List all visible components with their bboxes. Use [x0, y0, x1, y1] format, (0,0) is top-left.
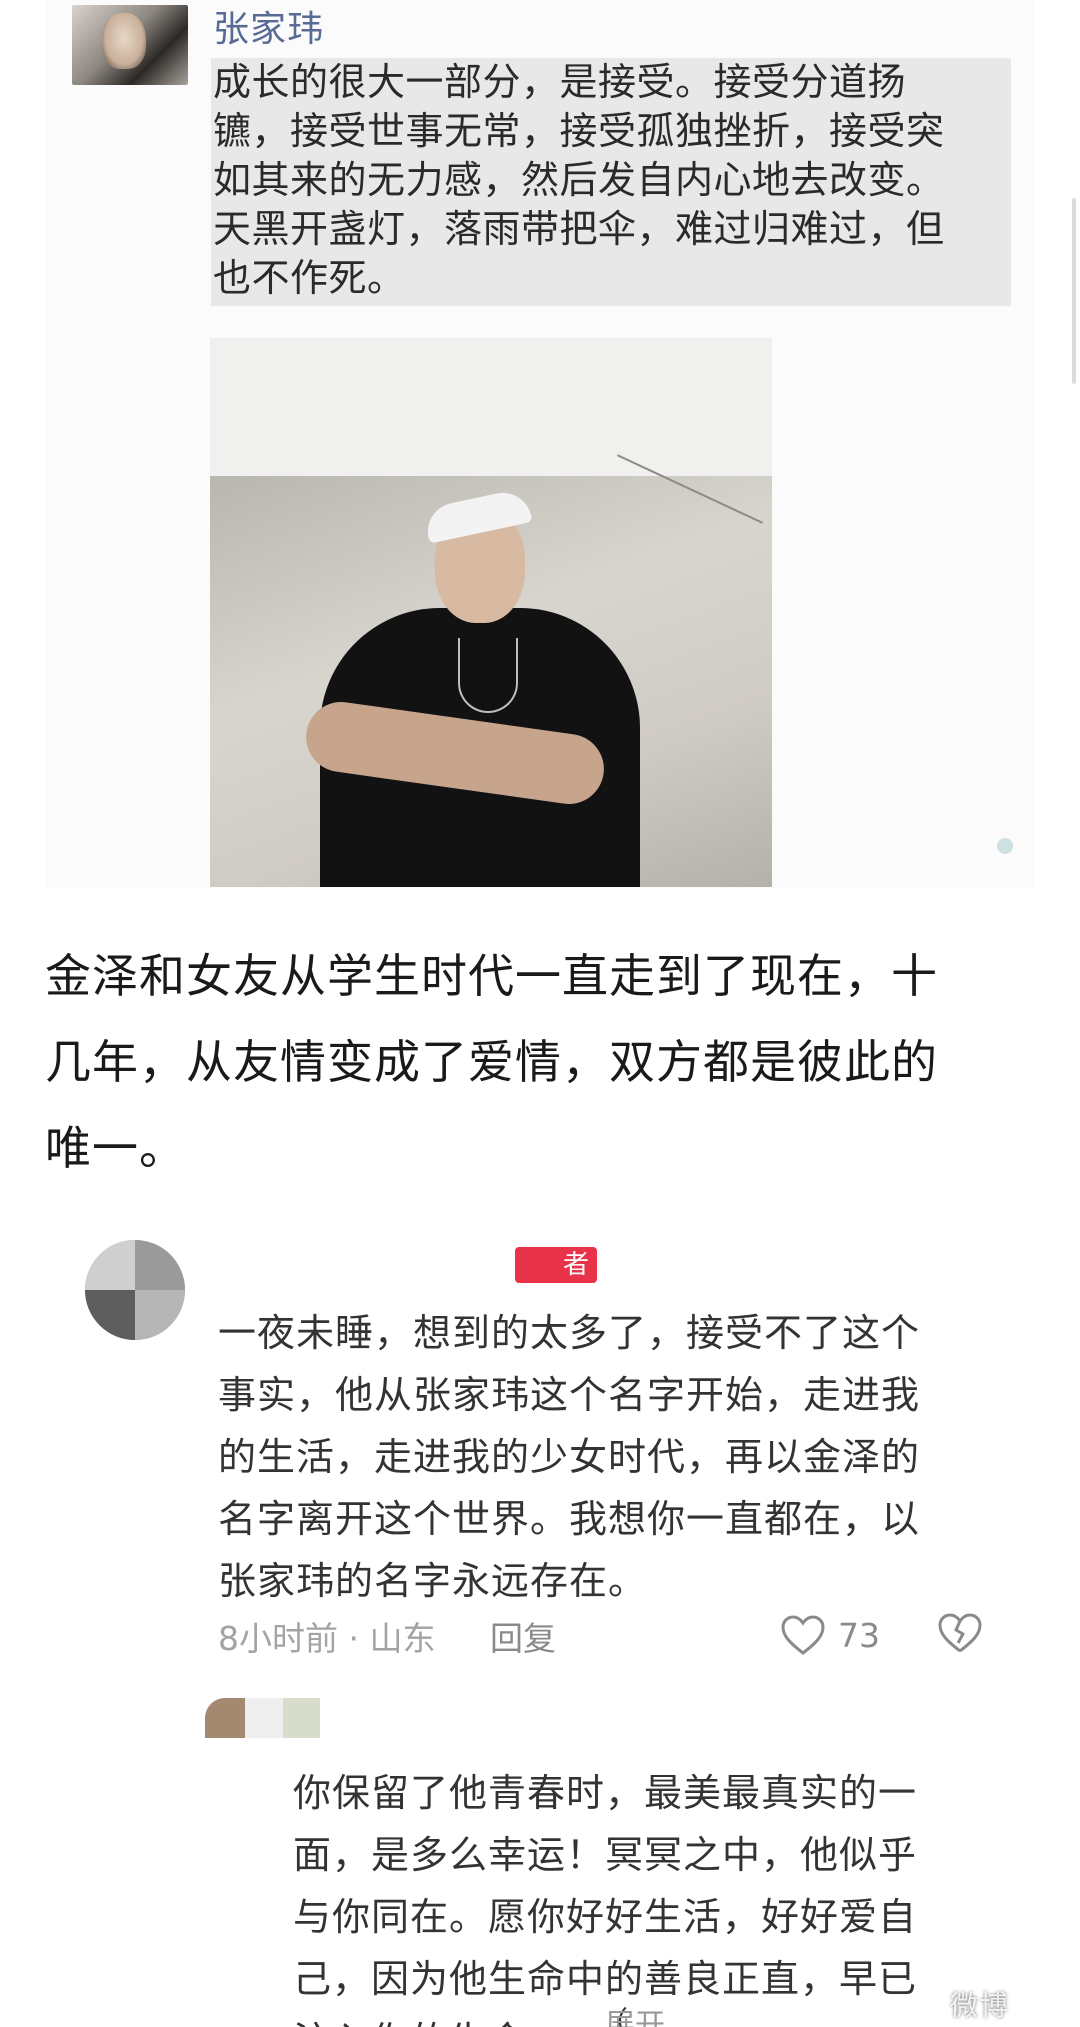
- comment-line: 事实，他从张家玮这个名字开始，走进我: [218, 1373, 921, 1417]
- expand-link[interactable]: 展开: [605, 2000, 665, 2027]
- post-text-line: 天黑开盏灯，落雨带把伞，难过归难过，但: [213, 207, 945, 251]
- comment-text: 一夜未睡，想到的太多了，接受不了这个 事实，他从张家玮这个名字开始，走进我 的生…: [218, 1302, 998, 1612]
- post-photo[interactable]: [210, 338, 772, 887]
- reply-line: 你保留了他青春时，最美最真实的一: [293, 1771, 918, 1815]
- commenter-avatar[interactable]: [85, 1240, 185, 1340]
- heart-icon: [781, 1615, 825, 1655]
- caption-paragraph: 金泽和女友从学生时代一直走到了现在，十 几年，从友情变成了爱情，双方都是彼此的 …: [45, 933, 1045, 1191]
- comment-line: 一夜未睡，想到的太多了，接受不了这个: [218, 1311, 921, 1355]
- comment-time-location: 8小时前 · 山东: [218, 1619, 436, 1658]
- reply-line: 与你同在。愿你好好生活，好好爱自: [293, 1895, 918, 1939]
- post-author-avatar[interactable]: [72, 5, 188, 85]
- broken-heart-icon[interactable]: [937, 1612, 983, 1654]
- caption-line: 唯一。: [45, 1121, 186, 1175]
- reply-button[interactable]: 回复: [490, 1612, 556, 1660]
- comment-line: 张家玮的名字永远存在。: [218, 1559, 648, 1603]
- post-text-line: 镳，接受世事无常，接受孤独挫折，接受突: [213, 109, 945, 153]
- watermark: 微博: [949, 1989, 1010, 2022]
- author-badge: 者: [515, 1247, 597, 1283]
- caption-line: 金泽和女友从学生时代一直走到了现在，十: [45, 949, 938, 1003]
- replier-avatar[interactable]: [205, 1698, 320, 1738]
- like-count: 73: [838, 1615, 880, 1655]
- comment-line: 的生活，走进我的少女时代，再以金泽的: [218, 1435, 921, 1479]
- post-author-name[interactable]: 张家玮: [213, 0, 324, 52]
- caption-line: 几年，从友情变成了爱情，双方都是彼此的: [45, 1035, 938, 1089]
- post-text-line: 也不作死。: [213, 256, 406, 300]
- dot-icon: [997, 838, 1013, 854]
- post-text: 成长的很大一部分，是接受。接受分道扬 镳，接受世事无常，接受孤独挫折，接受突 如…: [213, 58, 1013, 303]
- post-text-line: 如其来的无力感，然后发自内心地去改变。: [213, 158, 945, 202]
- scrollbar[interactable]: [1072, 198, 1076, 384]
- comment-line: 名字离开这个世界。我想你一直都在，以: [218, 1497, 921, 1541]
- post-text-line: 成长的很大一部分，是接受。接受分道扬: [213, 60, 907, 104]
- like-button[interactable]: 73: [780, 1610, 880, 1660]
- reply-line: 面，是多么幸运！冥冥之中，他似乎: [293, 1833, 918, 1877]
